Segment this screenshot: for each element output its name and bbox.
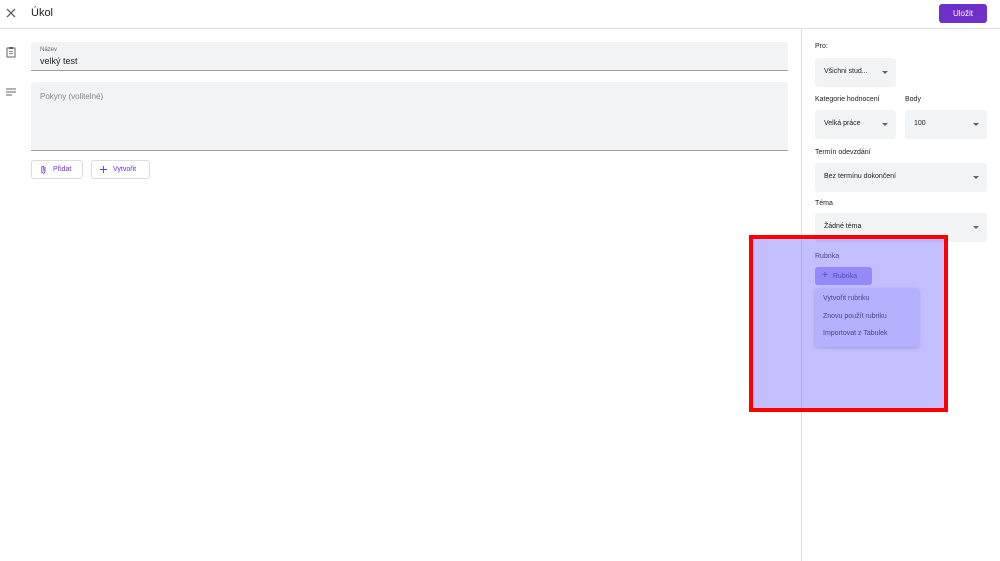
title-field-label: Název — [40, 47, 58, 53]
close-icon[interactable] — [4, 6, 18, 20]
plus-icon — [100, 166, 107, 173]
points-value: 100 — [914, 120, 926, 127]
dropdown-arrow-icon — [973, 123, 979, 126]
points-label: Body — [905, 96, 921, 103]
grade-category-label: Kategorie hodnocení — [815, 96, 880, 103]
highlight-box — [749, 235, 948, 412]
title-field[interactable]: Název velký test — [31, 42, 788, 71]
due-value: Bez termínu dokončení — [824, 173, 896, 180]
due-label: Termín odevzdání — [815, 149, 871, 156]
page-title: Úkol — [31, 7, 54, 19]
topic-label: Téma — [815, 200, 833, 207]
title-field-value: velký test — [40, 56, 78, 66]
dropdown-arrow-icon — [973, 176, 979, 179]
attach-button[interactable]: Přidat — [31, 160, 83, 179]
description-icon — [6, 88, 16, 96]
for-select[interactable]: Všichni stud... — [815, 58, 896, 87]
attach-button-label: Přidat — [53, 166, 72, 173]
dropdown-arrow-icon — [973, 226, 979, 229]
instructions-placeholder: Pokyny (volitelné) — [40, 92, 104, 101]
grade-category-value: Velká práce — [824, 120, 861, 127]
create-button[interactable]: Vytvořit — [91, 160, 150, 179]
for-select-value: Všichni stud... — [824, 68, 868, 75]
paperclip-icon — [41, 165, 46, 174]
assignment-icon — [6, 47, 16, 58]
instructions-field[interactable]: Pokyny (volitelné) — [31, 82, 788, 151]
save-button[interactable]: Uložit — [939, 4, 987, 23]
dropdown-arrow-icon — [882, 123, 888, 126]
create-button-label: Vytvořit — [113, 166, 137, 173]
points-select[interactable]: 100 — [905, 110, 987, 139]
dropdown-arrow-icon — [882, 71, 888, 74]
top-bar: Úkol Uložit — [0, 0, 1000, 29]
grade-category-select[interactable]: Velká práce — [815, 110, 896, 139]
due-select[interactable]: Bez termínu dokončení — [815, 163, 987, 192]
topic-value: Žádné téma — [824, 223, 862, 230]
for-label: Pro: — [815, 43, 828, 50]
